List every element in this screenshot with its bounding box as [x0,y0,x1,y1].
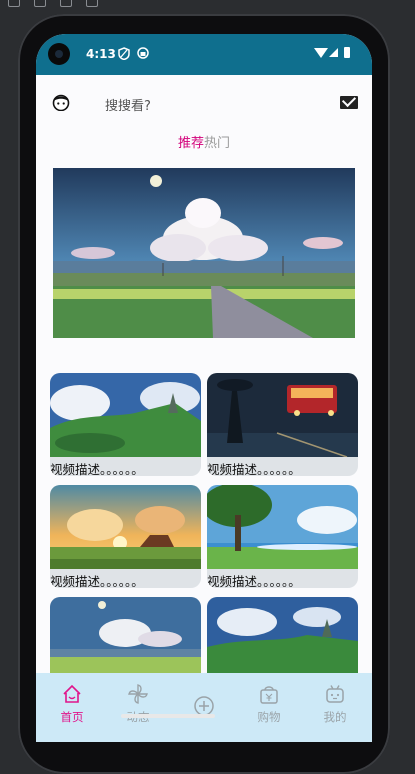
avatar-icon[interactable] [52,93,70,111]
emulator-toolbar [0,0,415,7]
battery-icon [344,47,350,58]
camera-tool-icon[interactable] [8,0,20,7]
bottom-navigation: 首页 动态 购物 [36,673,372,742]
video-description: 视频描述。。。。。。 [207,574,301,588]
status-bar: 4:13 [36,34,372,75]
more-tool-icon[interactable] [86,0,98,7]
tab-bar: 推荐热门 [36,132,372,151]
home-indicator[interactable] [121,714,215,718]
nav-home-label: 首页 [60,710,84,724]
banner-image[interactable] [53,168,355,338]
app-screen: 4:13 搜搜看? 推荐热门 视频描述。。。。。。 视频描述。。。。。。 视频描… [36,34,372,742]
video-thumbnail[interactable] [207,373,358,457]
shield-icon [118,47,130,60]
video-description: 视频描述。。。。。。 [50,462,144,476]
pinwheel-icon [128,684,148,704]
home-icon [63,684,81,703]
video-thumbnail[interactable] [50,485,201,569]
nav-shopping-label: 购物 [257,710,281,724]
sim-icon [137,47,149,59]
video-card[interactable]: 视频描述。。。。。。 [50,485,201,588]
top-bar: 搜搜看? [36,75,372,131]
mail-icon[interactable] [340,96,358,109]
nav-profile-label: 我的 [323,710,347,724]
video-thumbnail[interactable] [50,597,201,681]
shopping-bag-icon [260,686,278,704]
nav-profile[interactable]: 我的 [315,683,355,725]
video-card[interactable]: 视频描述。。。。。。 [207,373,358,476]
nav-shopping[interactable]: 购物 [249,683,289,725]
profile-icon [326,685,344,703]
video-thumbnail[interactable] [50,373,201,457]
video-card[interactable]: 视频描述。。。。。。 [207,485,358,588]
tab-popular[interactable]: 热门 [204,136,230,151]
record-tool-icon[interactable] [34,0,46,7]
tab-recommend[interactable]: 推荐 [178,136,204,151]
nav-dynamic[interactable]: 动态 [118,683,158,725]
video-thumbnail[interactable] [207,597,358,681]
video-description: 视频描述。。。。。。 [50,574,144,588]
signal-icon [329,48,338,57]
history-tool-icon[interactable] [60,0,72,7]
front-camera [48,43,70,65]
wifi-icon [314,48,328,58]
video-thumbnail[interactable] [207,485,358,569]
nav-home[interactable]: 首页 [52,683,92,725]
video-card[interactable]: 视频描述。。。。。。 [50,373,201,476]
status-time: 4:13 [86,47,116,61]
video-description: 视频描述。。。。。。 [207,462,301,476]
search-input[interactable]: 搜搜看? [105,95,151,114]
